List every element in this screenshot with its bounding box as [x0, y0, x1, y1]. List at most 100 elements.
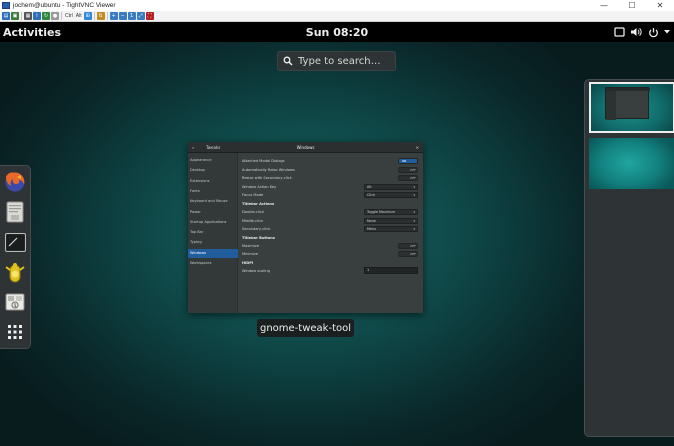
- tweak-sidebar: Appearance Desktop Extensions Fonts Keyboard…: [188, 153, 238, 313]
- setting-row: Middle-click None ▾: [242, 217, 418, 225]
- close-icon: ✕: [415, 145, 419, 150]
- fullscreen-icon[interactable]: ⛶: [145, 12, 154, 20]
- chevron-down-icon: ▾: [413, 184, 415, 189]
- toggle-switch[interactable]: OFF: [398, 175, 418, 182]
- toggle-switch[interactable]: OFF: [398, 251, 418, 258]
- setting-row: Automatically Raise Windows OFF: [242, 166, 418, 174]
- tweak-tool-icon[interactable]: [3, 260, 27, 284]
- activities-button[interactable]: Activities: [0, 26, 61, 39]
- files-icon[interactable]: [3, 200, 27, 224]
- chevron-down-icon: ▾: [413, 210, 415, 214]
- zoom-out-icon[interactable]: −: [118, 12, 127, 20]
- setting-row: Minimize OFF: [242, 250, 418, 258]
- search-input[interactable]: [298, 55, 388, 67]
- zoom-in-icon[interactable]: +: [109, 12, 118, 20]
- sidebar-item-startup-applications[interactable]: Startup Applications: [188, 218, 238, 227]
- new-connection-icon[interactable]: ▤: [2, 12, 10, 20]
- workspace-1[interactable]: [589, 82, 674, 133]
- sidebar-item-desktop[interactable]: Desktop: [188, 166, 238, 175]
- workspace-window-thumbnail: [605, 87, 650, 120]
- pause-icon[interactable]: ●: [51, 12, 59, 20]
- sidebar-item-fonts[interactable]: Fonts: [188, 187, 238, 196]
- vnc-toolbar: ▤ ▣ ▦ i ↻ ● Ctrl Alt ⊞ ⇅ + −1 ⤢ ⛶: [0, 11, 674, 22]
- vnc-titlebar: jochem@ubuntu - TightVNC Viewer — ☐ ✕: [0, 0, 674, 11]
- sidebar-item-typing[interactable]: Typing: [188, 238, 238, 247]
- chevron-down-icon: ▾: [413, 193, 415, 198]
- screen: jochem@ubuntu - TightVNC Viewer — ☐ ✕ ▤ ▣…: [0, 0, 674, 446]
- windows-key-icon[interactable]: ⊞: [83, 12, 92, 20]
- setting-label: Focus Mode: [242, 193, 264, 198]
- toolbar-separator: [106, 12, 108, 20]
- maximize-button[interactable]: ☐: [618, 0, 646, 11]
- window-icon[interactable]: [613, 26, 625, 38]
- sidebar-item-appearance[interactable]: Appearance: [188, 156, 238, 165]
- setting-row: Resize with Secondary-click OFF: [242, 174, 418, 182]
- zoom-100-icon[interactable]: 1: [127, 12, 136, 20]
- transfer-icon[interactable]: ⇅: [96, 12, 105, 20]
- terminal-icon[interactable]: [3, 230, 27, 254]
- combo-box[interactable]: Menu ▾: [364, 226, 418, 233]
- volume-icon[interactable]: [630, 26, 642, 38]
- combo-value: Click: [367, 193, 376, 198]
- options-icon[interactable]: ▦: [24, 12, 32, 20]
- alt-key-icon[interactable]: Alt: [75, 13, 83, 19]
- tweak-content: Attached Modal Dialogs ON Automatically Ra…: [240, 153, 423, 313]
- save-icon[interactable]: ▣: [11, 12, 19, 20]
- chevron-down-icon: ▾: [413, 227, 415, 232]
- toggle-switch[interactable]: OFF: [398, 242, 418, 249]
- combo-box[interactable]: Toggle Maximize ▾: [364, 209, 418, 215]
- combo-value: None: [367, 218, 376, 223]
- combo-box[interactable]: Click ▾: [364, 192, 418, 199]
- zoom-fit-icon[interactable]: ⤢: [136, 12, 145, 20]
- info-icon[interactable]: i: [33, 12, 41, 20]
- ctrl-key-icon[interactable]: Ctrl: [64, 13, 74, 19]
- toggle-state: OFF: [410, 176, 416, 181]
- spin-button[interactable]: 1: [364, 267, 418, 274]
- combo-value: Toggle Maximize: [367, 210, 396, 214]
- vnc-window-title: jochem@ubuntu - TightVNC Viewer: [13, 2, 116, 9]
- gnome-top-bar: Activities Sun 08:20: [0, 22, 674, 42]
- search-icon: [283, 56, 293, 66]
- power-icon[interactable]: [647, 26, 659, 38]
- sidebar-item-windows[interactable]: Windows: [188, 248, 238, 258]
- sidebar-item-keyboard-and-mouse[interactable]: Keyboard and Mouse: [188, 197, 238, 206]
- close-button[interactable]: ✕: [646, 0, 674, 11]
- section-heading: Titlebar Buttons: [242, 234, 418, 242]
- combo-box[interactable]: Alt ▾: [364, 183, 418, 190]
- setting-label: Attached Modal Dialogs: [242, 159, 285, 163]
- sidebar-item-extensions[interactable]: Extensions: [188, 177, 238, 186]
- toggle-switch[interactable]: OFF: [398, 166, 418, 173]
- setting-row: Focus Mode Click ▾: [242, 191, 418, 199]
- combo-box[interactable]: None ▾: [364, 217, 418, 224]
- show-apps-icon[interactable]: [3, 320, 27, 344]
- setting-label: Maximize: [242, 243, 260, 248]
- toolbar-separator: [61, 12, 62, 20]
- toggle-state: OFF: [410, 243, 416, 248]
- setting-label: Titlebar Buttons: [242, 235, 275, 240]
- sidebar-item-workspaces[interactable]: Workspaces: [188, 259, 238, 268]
- chevron-down-icon[interactable]: [664, 26, 670, 38]
- combo-value: Alt: [367, 184, 372, 189]
- clock[interactable]: Sun 08:20: [0, 26, 674, 39]
- window-caption: gnome-tweak-tool: [257, 319, 354, 337]
- setting-row: Attached Modal Dialogs ON: [242, 157, 418, 165]
- minimize-button[interactable]: —: [590, 0, 618, 11]
- sidebar-item-top-bar[interactable]: Top Bar: [188, 228, 238, 237]
- tweak-section-title: Windows: [296, 145, 315, 150]
- toolbar-separator: [93, 12, 95, 20]
- overview-search[interactable]: [277, 51, 396, 71]
- toggle-state: OFF: [410, 252, 416, 257]
- setting-label: Middle-click: [242, 218, 264, 223]
- workspace-2[interactable]: [589, 138, 674, 189]
- software-icon[interactable]: [3, 290, 27, 314]
- system-tray[interactable]: [613, 22, 670, 42]
- firefox-icon[interactable]: [3, 170, 27, 194]
- toggle-switch[interactable]: ON: [398, 158, 418, 164]
- tweak-tool-window-preview[interactable]: ⌕ Tweaks Windows ✕ Appearance Desktop Exte…: [188, 142, 423, 313]
- section-heading: HiDPI: [242, 259, 418, 267]
- chevron-down-icon: ▾: [413, 218, 415, 223]
- refresh-icon[interactable]: ↻: [42, 12, 50, 20]
- sidebar-item-power[interactable]: Power: [188, 208, 238, 217]
- tightvnc-app-icon: [2, 2, 10, 9]
- setting-row: Secondary-click Menu ▾: [242, 225, 418, 233]
